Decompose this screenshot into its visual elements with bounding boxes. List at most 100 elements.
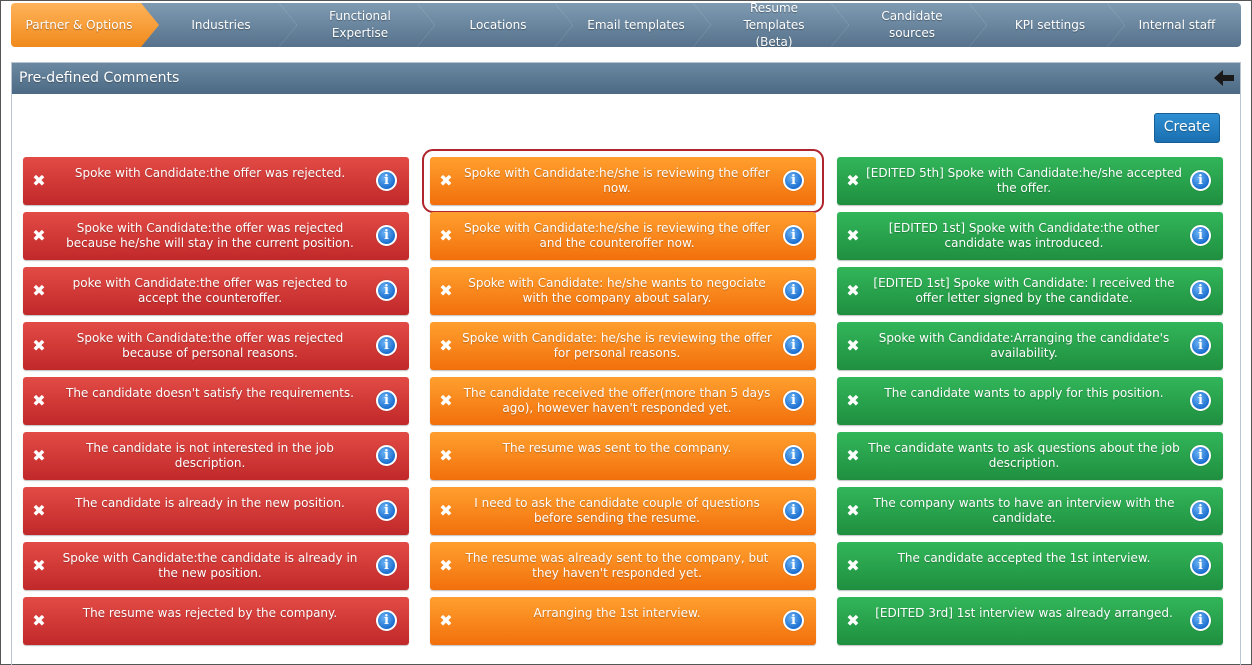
tab-label: Resume Templates (Beta): [721, 0, 827, 51]
info-icon[interactable]: i: [783, 610, 804, 631]
comment-card[interactable]: ✖ The candidate received the offer(more t…: [430, 377, 816, 425]
close-icon[interactable]: ✖: [32, 283, 46, 299]
info-icon[interactable]: i: [1190, 610, 1211, 631]
info-icon[interactable]: i: [376, 445, 397, 466]
info-icon[interactable]: i: [783, 390, 804, 411]
close-icon[interactable]: ✖: [846, 558, 860, 574]
tab-candidate-sources[interactable]: Candidate sources: [831, 3, 987, 47]
info-icon[interactable]: i: [1190, 170, 1211, 191]
close-icon[interactable]: ✖: [32, 228, 46, 244]
comment-card[interactable]: ✖ The candidate is not interested in the …: [23, 432, 409, 480]
tab-industries[interactable]: Industries: [139, 3, 297, 47]
comment-card[interactable]: ✖ poke with Candidate:the offer was rejec…: [23, 267, 409, 315]
comment-card[interactable]: ✖ Spoke with Candidate:the offer was reje…: [23, 322, 409, 370]
info-icon[interactable]: i: [1190, 335, 1211, 356]
close-icon[interactable]: ✖: [32, 613, 46, 629]
comment-card[interactable]: ✖ I need to ask the candidate couple of q…: [430, 487, 816, 535]
info-icon[interactable]: i: [376, 610, 397, 631]
comment-card[interactable]: ✖ The candidate wants to ask questions ab…: [837, 432, 1223, 480]
comment-card[interactable]: ✖ The resume was rejected by the company.…: [23, 597, 409, 645]
close-icon[interactable]: ✖: [439, 228, 453, 244]
info-icon[interactable]: i: [376, 280, 397, 301]
comment-card[interactable]: ✖ [EDITED 5th] Spoke with Candidate:he/sh…: [837, 157, 1223, 205]
comment-card[interactable]: ✖ Spoke with Candidate: he/she wants to n…: [430, 267, 816, 315]
close-icon[interactable]: ✖: [32, 448, 46, 464]
info-icon[interactable]: i: [376, 500, 397, 521]
comment-card[interactable]: ✖ Arranging the 1st interview. i: [430, 597, 816, 645]
close-icon[interactable]: ✖: [439, 503, 453, 519]
close-icon[interactable]: ✖: [32, 173, 46, 189]
info-icon[interactable]: i: [783, 335, 804, 356]
info-icon[interactable]: i: [783, 225, 804, 246]
close-icon[interactable]: ✖: [846, 613, 860, 629]
info-icon[interactable]: i: [1190, 225, 1211, 246]
comment-card[interactable]: ✖ The candidate accepted the 1st intervie…: [837, 542, 1223, 590]
close-icon[interactable]: ✖: [439, 283, 453, 299]
comment-card[interactable]: ✖ The candidate is already in the new pos…: [23, 487, 409, 535]
info-icon[interactable]: i: [1190, 445, 1211, 466]
comment-text: The candidate is not interested in the j…: [86, 441, 334, 470]
close-icon[interactable]: ✖: [846, 448, 860, 464]
tab-label-line: (Beta): [755, 34, 793, 49]
settings-tabs: Partner & Options Industries Functional Exp…: [11, 3, 1241, 47]
info-icon[interactable]: i: [376, 225, 397, 246]
comment-card[interactable]: ✖ Spoke with Candidate:the offer was reje…: [23, 157, 409, 205]
comment-card[interactable]: ✖ The candidate wants to apply for this p…: [837, 377, 1223, 425]
info-icon[interactable]: i: [376, 390, 397, 411]
close-icon[interactable]: ✖: [439, 393, 453, 409]
info-icon[interactable]: i: [1190, 390, 1211, 411]
close-icon[interactable]: ✖: [439, 448, 453, 464]
info-icon[interactable]: i: [783, 555, 804, 576]
comment-card[interactable]: ✖ The candidate doesn't satisfy the requi…: [23, 377, 409, 425]
comment-card[interactable]: ✖ Spoke with Candidate:the offer was reje…: [23, 212, 409, 260]
comment-card[interactable]: ✖ Spoke with Candidate:he/she is reviewin…: [422, 149, 824, 213]
comment-card[interactable]: ✖ The resume was already sent to the comp…: [430, 542, 816, 590]
info-icon[interactable]: i: [1190, 555, 1211, 576]
close-icon[interactable]: ✖: [846, 173, 860, 189]
close-icon[interactable]: ✖: [32, 338, 46, 354]
info-icon[interactable]: i: [783, 500, 804, 521]
info-icon[interactable]: i: [1190, 500, 1211, 521]
comment-card[interactable]: ✖ The resume was sent to the company. i: [430, 432, 816, 480]
close-icon[interactable]: ✖: [846, 283, 860, 299]
tab-functional-expertise[interactable]: Functional Expertise: [279, 3, 435, 47]
close-icon[interactable]: ✖: [439, 173, 453, 189]
comment-card[interactable]: ✖ [EDITED 1st] Spoke with Candidate: I re…: [837, 267, 1223, 315]
back-arrow-icon[interactable]: [1214, 69, 1234, 87]
comment-text: Spoke with Candidate:he/she is reviewing…: [464, 166, 770, 195]
comment-card[interactable]: ✖ Spoke with Candidate: he/she is reviewi…: [430, 322, 816, 370]
close-icon[interactable]: ✖: [32, 393, 46, 409]
info-icon[interactable]: i: [376, 170, 397, 191]
create-button[interactable]: Create: [1154, 113, 1220, 143]
comment-card[interactable]: ✖ Spoke with Candidate:Arranging the cand…: [837, 322, 1223, 370]
comment-card[interactable]: ✖ Spoke with Candidate:the candidate is a…: [23, 542, 409, 590]
tab-locations[interactable]: Locations: [417, 3, 573, 47]
info-icon[interactable]: i: [1190, 280, 1211, 301]
tab-email-templates[interactable]: Email templates: [555, 3, 711, 47]
close-icon[interactable]: ✖: [846, 228, 860, 244]
close-icon[interactable]: ✖: [32, 558, 46, 574]
close-icon[interactable]: ✖: [439, 613, 453, 629]
comment-card[interactable]: ✖ Spoke with Candidate:he/she is reviewin…: [430, 212, 816, 260]
info-icon[interactable]: i: [783, 280, 804, 301]
info-icon[interactable]: i: [783, 445, 804, 466]
tab-partner-options[interactable]: Partner & Options: [11, 3, 159, 47]
comment-text: The candidate doesn't satisfy the requir…: [66, 386, 354, 400]
tab-kpi-settings[interactable]: KPI settings: [969, 3, 1125, 47]
info-icon[interactable]: i: [376, 555, 397, 576]
comment-card[interactable]: ✖ [EDITED 1st] Spoke with Candidate:the o…: [837, 212, 1223, 260]
comment-text: Arranging the 1st interview.: [533, 606, 701, 620]
comment-card[interactable]: ✖ [EDITED 3rd] 1st interview was already …: [837, 597, 1223, 645]
close-icon[interactable]: ✖: [846, 503, 860, 519]
comment-card[interactable]: ✖ The company wants to have an interview …: [837, 487, 1223, 535]
tab-internal-staff[interactable]: Internal staff: [1107, 3, 1241, 47]
tab-label: Candidate sources: [881, 9, 943, 40]
close-icon[interactable]: ✖: [439, 338, 453, 354]
tab-resume-templates-beta[interactable]: Resume Templates (Beta): [693, 3, 849, 47]
close-icon[interactable]: ✖: [32, 503, 46, 519]
info-icon[interactable]: i: [783, 170, 804, 191]
close-icon[interactable]: ✖: [846, 338, 860, 354]
close-icon[interactable]: ✖: [439, 558, 453, 574]
info-icon[interactable]: i: [376, 335, 397, 356]
close-icon[interactable]: ✖: [846, 393, 860, 409]
